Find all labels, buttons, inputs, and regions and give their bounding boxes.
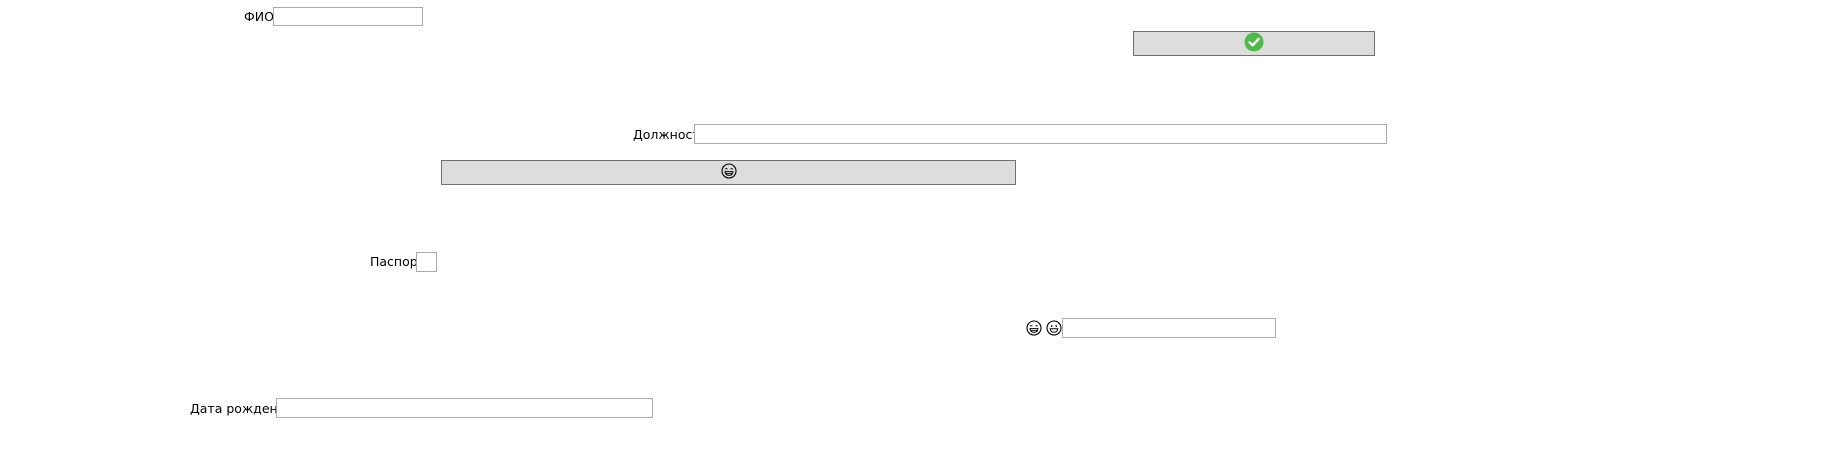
emoji-input[interactable] [1062, 318, 1276, 338]
position-input[interactable] [694, 124, 1387, 144]
check-circle-icon [1244, 32, 1264, 55]
grinning-face-icon [1046, 320, 1062, 339]
confirm-button[interactable] [1133, 31, 1375, 56]
form-canvas: ФИО Должность Паспорт Дата рождения [0, 0, 1846, 456]
fio-input[interactable] [273, 7, 423, 26]
birthdate-input[interactable] [276, 398, 653, 418]
fio-label: ФИО [244, 9, 274, 24]
laughing-face-icon [720, 163, 737, 182]
passport-input[interactable] [416, 252, 437, 272]
laugh-button[interactable] [441, 160, 1016, 185]
laughing-face-icon [1026, 320, 1042, 339]
